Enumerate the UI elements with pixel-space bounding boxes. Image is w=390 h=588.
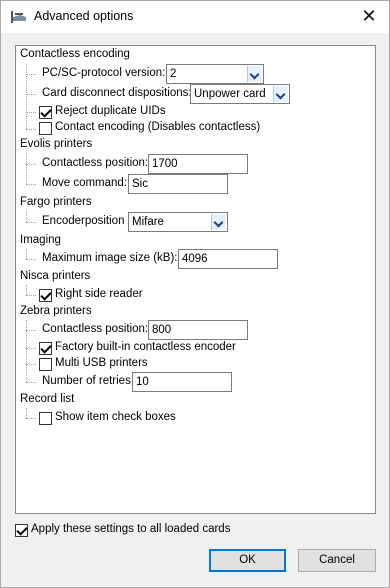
pcsc-label: PC/SC-protocol version: [42,67,166,79]
retries-input[interactable]: 10 [132,372,232,392]
show-check-boxes-label: Show item check boxes [55,411,176,423]
pcsc-version-select[interactable]: 2 [166,64,264,84]
advanced-options-window: Advanced options ✕ Contactless encoding … [0,0,390,588]
card-disconnect-value: Unpower card [194,88,266,100]
imaging-heading: Imaging [20,234,61,246]
tree-branch [26,129,36,130]
max-image-size-label: Maximum image size (kB): [42,252,178,264]
title-bar: Advanced options ✕ [1,1,389,33]
fargo-heading: Fargo printers [20,196,92,208]
right-side-reader-label: Right side reader [55,288,143,300]
app-icon [11,11,26,23]
apply-all-label: Apply these settings to all loaded cards [31,523,231,535]
close-icon[interactable]: ✕ [355,3,383,29]
tree-branch [26,222,36,223]
tree-branch [26,259,36,260]
zebra-position-label: Contactless position: [42,323,149,335]
zebra-heading: Zebra printers [20,305,92,317]
move-command-input[interactable]: Sic [128,174,228,194]
tree-branch [26,74,36,75]
options-tree-panel: Contactless encoding PC/SC-protocol vers… [15,45,376,514]
encoder-position-select[interactable]: Mifare [128,212,228,232]
tree-line [26,153,27,184]
contact-encoding-label: Contact encoding (Disables contactless) [55,121,261,133]
reject-duplicate-checkbox[interactable] [39,106,52,119]
evolis-heading: Evolis printers [20,138,93,150]
tree-branch [26,94,36,95]
contactless-heading: Contactless encoding [20,48,130,60]
show-check-boxes-checkbox[interactable] [39,412,52,425]
retries-label: Number of retries [42,375,131,387]
tree-branch [26,295,36,296]
tree-line [26,249,27,259]
multi-usb-checkbox[interactable] [39,358,52,371]
window-title: Advanced options [34,9,134,23]
tree-branch [26,364,36,365]
reject-duplicate-label: Reject duplicate UIDs [55,105,166,117]
right-side-reader-checkbox[interactable] [39,289,52,302]
tree-branch [26,164,36,165]
tree-branch [26,382,36,383]
max-image-size-input[interactable]: 4096 [178,249,278,269]
tree-branch [26,184,36,185]
encoder-position-value: Mifare [132,216,164,228]
tree-branch [26,418,36,419]
cancel-button[interactable]: Cancel [298,549,376,572]
contact-encoding-checkbox[interactable] [39,122,52,135]
evolis-position-label: Contactless position: [42,157,149,169]
disconnect-label: Card disconnect dispositions: [42,87,192,99]
record-list-heading: Record list [20,393,75,405]
card-disconnect-select[interactable]: Unpower card [190,84,290,104]
tree-branch [26,348,36,349]
multi-usb-label: Multi USB printers [55,357,148,369]
ok-button[interactable]: OK [209,549,286,572]
tree-branch [26,330,36,331]
chevron-down-icon[interactable] [273,86,288,102]
tree-line [26,285,27,295]
nisca-heading: Nisca printers [20,270,91,282]
tree-line [26,408,27,418]
chevron-down-icon[interactable] [247,66,262,82]
apply-all-checkbox[interactable] [15,524,28,537]
factory-encoder-label: Factory built-in contactless encoder [55,341,236,353]
encoder-position-label: Encoderposition [42,215,125,227]
tree-branch [26,112,36,113]
pcsc-version-value: 2 [170,68,177,80]
zebra-position-input[interactable]: 800 [148,320,248,340]
chevron-down-icon[interactable] [211,214,226,230]
evolis-position-input[interactable]: 1700 [148,154,248,174]
move-command-label: Move command: [42,177,128,189]
tree-line [26,211,27,222]
factory-encoder-checkbox[interactable] [39,342,52,355]
